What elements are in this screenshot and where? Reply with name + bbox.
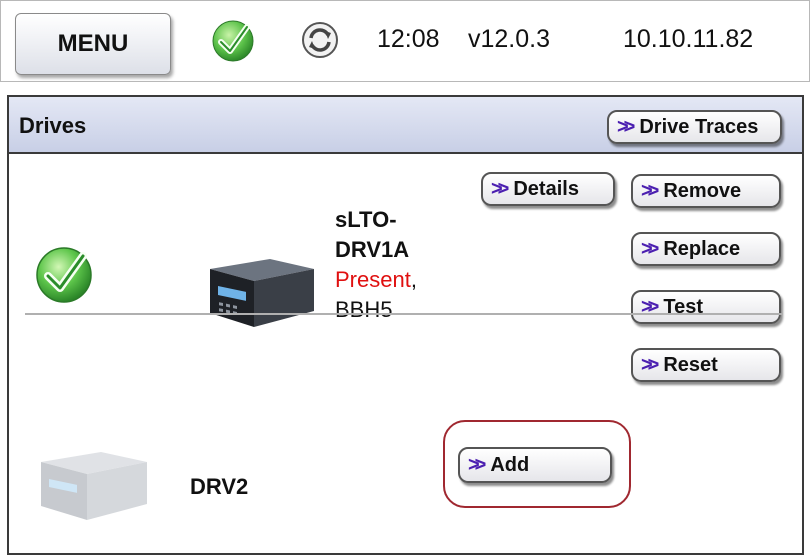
chevron-right-icon: >>: [641, 237, 659, 260]
chevron-right-icon: >>: [641, 353, 659, 376]
remove-label: Remove: [663, 179, 742, 202]
chevron-right-icon: >>: [617, 115, 635, 138]
details-label: Details: [513, 177, 579, 200]
reset-label: Reset: [663, 353, 718, 376]
details-button[interactable]: >> Details: [481, 172, 615, 206]
clock-time: 12:08: [377, 25, 440, 53]
ip-address: 10.10.11.82: [623, 25, 754, 53]
drives-header: Drives >> Drive Traces: [9, 97, 802, 154]
drive1-code: BBH5: [335, 297, 393, 322]
top-bar: MENU 12:08 v12.0.3 10.10.11.82: [0, 0, 810, 82]
empty-drive-icon: [41, 452, 147, 520]
drive-traces-button[interactable]: >> Drive Traces: [607, 110, 782, 144]
drive2-name: DRV2: [190, 474, 249, 499]
drive1-status: Present,: [335, 265, 417, 295]
drive-traces-label: Drive Traces: [639, 115, 759, 138]
test-label: Test: [663, 295, 703, 318]
drive-ok-check-icon: [36, 247, 92, 303]
add-button[interactable]: >> Add: [458, 447, 612, 483]
drive1-name-line1: sLTO-: [335, 207, 397, 232]
green-check-icon: [212, 20, 254, 62]
test-button[interactable]: >> Test: [631, 290, 781, 324]
replace-button[interactable]: >> Replace: [631, 232, 781, 266]
reset-button[interactable]: >> Reset: [631, 348, 781, 382]
drive1-status-comma: ,: [410, 267, 417, 292]
menu-button[interactable]: MENU: [15, 13, 171, 75]
panel-title: Drives: [19, 113, 87, 138]
replace-label: Replace: [663, 237, 741, 260]
tape-drive-icon: [210, 259, 314, 327]
drive1-name-line2: DRV1A: [335, 237, 410, 262]
chevron-right-icon: >>: [468, 453, 486, 476]
add-label: Add: [490, 453, 530, 476]
remove-button[interactable]: >> Remove: [631, 174, 781, 208]
drive1-status-present: Present: [335, 267, 411, 292]
version-text: v12.0.3: [468, 25, 551, 53]
chevron-right-icon: >>: [641, 295, 659, 318]
chevron-right-icon: >>: [491, 177, 509, 200]
sync-icon[interactable]: [301, 21, 339, 59]
chevron-right-icon: >>: [641, 179, 659, 202]
drive-divider: [25, 313, 783, 315]
